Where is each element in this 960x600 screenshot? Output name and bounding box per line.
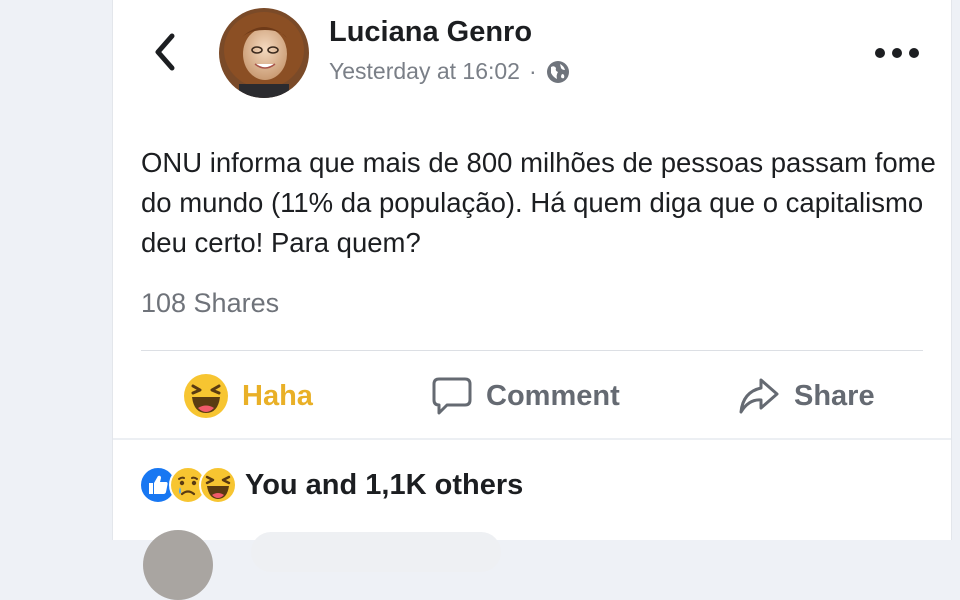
more-options-button[interactable] (869, 38, 925, 68)
meta-separator: · (528, 58, 537, 84)
comment-button[interactable]: Comment (431, 370, 620, 422)
share-label: Share (794, 379, 875, 412)
commenter-avatar[interactable] (143, 530, 213, 600)
globe-icon (546, 60, 569, 83)
comment-bubble[interactable] (251, 532, 501, 572)
more-horizontal-icon (875, 48, 919, 58)
share-button[interactable]: Share (737, 370, 875, 422)
post-timestamp[interactable]: Yesterday at 16:02 (329, 58, 520, 85)
haha-label: Haha (242, 379, 313, 412)
reactions-summary[interactable]: You and 1,1K others (139, 466, 523, 504)
haha-reaction-button[interactable]: Haha (183, 370, 313, 422)
comment-label: Comment (486, 379, 620, 412)
back-button[interactable] (143, 28, 187, 76)
author-avatar[interactable] (219, 8, 309, 98)
share-icon (737, 376, 781, 416)
post-card: Luciana Genro Yesterday at 16:02 · ONU i… (112, 0, 952, 600)
chevron-left-icon (155, 33, 175, 71)
shares-count[interactable]: 108 Shares (141, 288, 279, 319)
section-divider (113, 438, 951, 440)
reactions-summary-text: You and 1,1K others (245, 468, 524, 501)
post-meta: Yesterday at 16:02 · (329, 58, 570, 85)
author-name[interactable]: Luciana Genro (329, 16, 532, 49)
post-text: ONU informa que mais de 800 milhões de p… (141, 147, 936, 258)
haha-small-icon (199, 466, 237, 504)
haha-icon (183, 373, 229, 419)
divider (141, 350, 923, 351)
comment-icon (431, 376, 473, 416)
